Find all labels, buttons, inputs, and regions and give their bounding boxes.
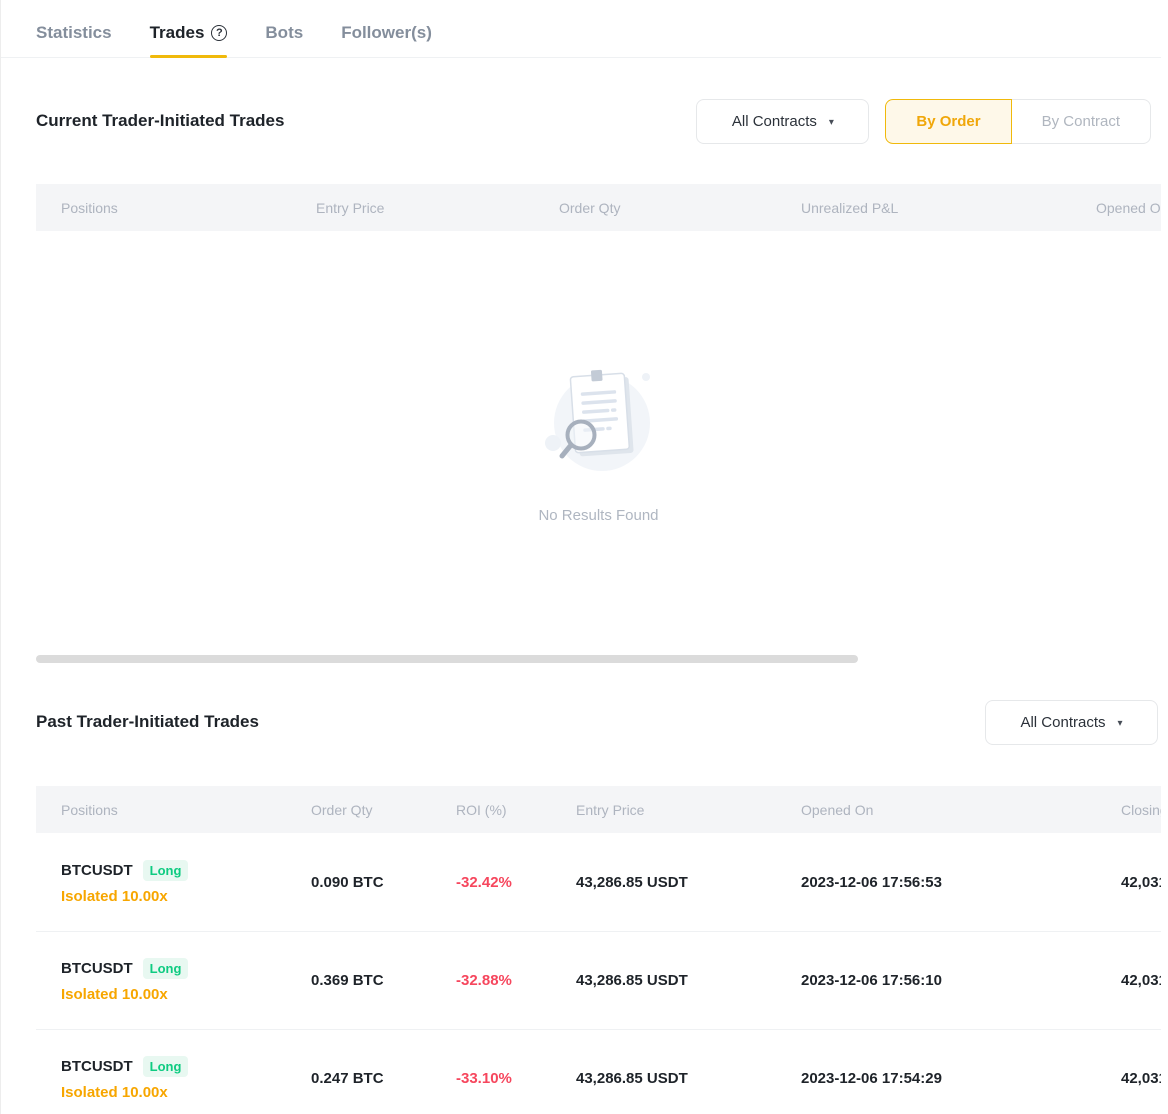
closing-price-cell: 42,031	[1121, 972, 1161, 989]
tab-statistics[interactable]: Statistics	[36, 23, 112, 57]
col-order-qty: Order Qty	[311, 802, 456, 818]
current-trades-title: Current Trader-Initiated Trades	[36, 111, 284, 131]
symbol: BTCUSDT	[61, 1058, 133, 1075]
entry-price-cell: 43,286.85 USDT	[576, 1070, 801, 1087]
roi-cell: -33.10%	[456, 1070, 576, 1087]
past-trades-table: Positions Order Qty ROI (%) Entry Price …	[36, 786, 1161, 1114]
past-trades-table-header: Positions Order Qty ROI (%) Entry Price …	[36, 786, 1161, 833]
positions-cell: BTCUSDT Long Isolated 10.00x	[36, 860, 311, 905]
current-trades-table: Positions Entry Price Order Qty Unrealiz…	[36, 184, 1161, 655]
order-qty-cell: 0.090 BTC	[311, 874, 456, 891]
order-qty-cell: 0.369 BTC	[311, 972, 456, 989]
table-row: BTCUSDT Long Isolated 10.00x 0.369 BTC -…	[36, 931, 1161, 1029]
past-contracts-dropdown[interactable]: All Contracts ▾	[985, 700, 1158, 745]
closing-price-cell: 42,031	[1121, 874, 1161, 891]
table-row: BTCUSDT Long Isolated 10.00x 0.090 BTC -…	[36, 833, 1161, 931]
dropdown-value: All Contracts	[1020, 714, 1105, 731]
order-qty-cell: 0.247 BTC	[311, 1070, 456, 1087]
col-roi: ROI (%)	[456, 802, 576, 818]
symbol: BTCUSDT	[61, 960, 133, 977]
entry-price-cell: 43,286.85 USDT	[576, 972, 801, 989]
margin-leverage: Isolated 10.00x	[61, 888, 311, 905]
tab-bar: Statistics Trades ? Bots Follower(s)	[1, 0, 1161, 58]
past-trades-title: Past Trader-Initiated Trades	[36, 712, 259, 732]
dropdown-value: All Contracts	[732, 113, 817, 130]
roi-cell: -32.42%	[456, 874, 576, 891]
direction-badge: Long	[143, 958, 189, 979]
caret-down-icon: ▾	[829, 117, 834, 128]
view-toggle: By Order By Contract	[885, 99, 1151, 144]
tab-label: Bots	[265, 23, 303, 43]
caret-down-icon: ▾	[1118, 718, 1123, 729]
by-contract-button[interactable]: By Contract	[1012, 99, 1151, 144]
current-trades-header: Current Trader-Initiated Trades All Cont…	[36, 98, 1151, 144]
tab-label: Statistics	[36, 23, 112, 43]
symbol: BTCUSDT	[61, 862, 133, 879]
table-row: BTCUSDT Long Isolated 10.00x 0.247 BTC -…	[36, 1029, 1161, 1114]
active-tab-underline	[150, 55, 228, 58]
col-entry-price: Entry Price	[316, 200, 559, 216]
empty-state: No Results Found	[36, 231, 1161, 655]
empty-state-text: No Results Found	[538, 507, 658, 524]
roi-cell: -32.88%	[456, 972, 576, 989]
col-positions: Positions	[36, 200, 316, 216]
margin-leverage: Isolated 10.00x	[61, 1084, 311, 1101]
by-order-button[interactable]: By Order	[885, 99, 1011, 144]
tab-followers[interactable]: Follower(s)	[341, 23, 432, 57]
positions-cell: BTCUSDT Long Isolated 10.00x	[36, 1056, 311, 1101]
tab-label: Trades	[150, 23, 205, 43]
current-trades-controls: All Contracts ▾ By Order By Contract	[696, 99, 1151, 144]
col-positions: Positions	[36, 802, 311, 818]
opened-on-cell: 2023-12-06 17:56:53	[801, 874, 1121, 891]
past-trades-header: Past Trader-Initiated Trades All Contrac…	[36, 700, 1158, 744]
question-circle-icon[interactable]: ?	[211, 25, 227, 41]
content-clip: Statistics Trades ? Bots Follower(s) Cur…	[1, 0, 1161, 1114]
direction-badge: Long	[143, 1056, 189, 1077]
entry-price-cell: 43,286.85 USDT	[576, 874, 801, 891]
closing-price-cell: 42,031	[1121, 1070, 1161, 1087]
no-results-icon	[536, 363, 662, 489]
col-opened-on: Opened On	[801, 802, 1121, 818]
margin-leverage: Isolated 10.00x	[61, 986, 311, 1003]
col-order-qty: Order Qty	[559, 200, 801, 216]
col-opened-on: Opened On	[1096, 200, 1161, 216]
tab-bots[interactable]: Bots	[265, 23, 303, 57]
current-contracts-dropdown[interactable]: All Contracts ▾	[696, 99, 869, 144]
horizontal-scrollbar-thumb[interactable]	[36, 655, 858, 663]
current-trades-table-header: Positions Entry Price Order Qty Unrealiz…	[36, 184, 1161, 231]
tab-trades[interactable]: Trades ?	[150, 23, 228, 57]
horizontal-scrollbar	[1, 655, 1161, 663]
opened-on-cell: 2023-12-06 17:56:10	[801, 972, 1121, 989]
opened-on-cell: 2023-12-06 17:54:29	[801, 1070, 1121, 1087]
direction-badge: Long	[143, 860, 189, 881]
positions-cell: BTCUSDT Long Isolated 10.00x	[36, 958, 311, 1003]
col-entry-price: Entry Price	[576, 802, 801, 818]
col-closing-price: Closing Price	[1121, 802, 1161, 818]
col-unrealized-pnl: Unrealized P&L	[801, 200, 1096, 216]
tab-label: Follower(s)	[341, 23, 432, 43]
trader-profile-page: Statistics Trades ? Bots Follower(s) Cur…	[0, 0, 1168, 1114]
